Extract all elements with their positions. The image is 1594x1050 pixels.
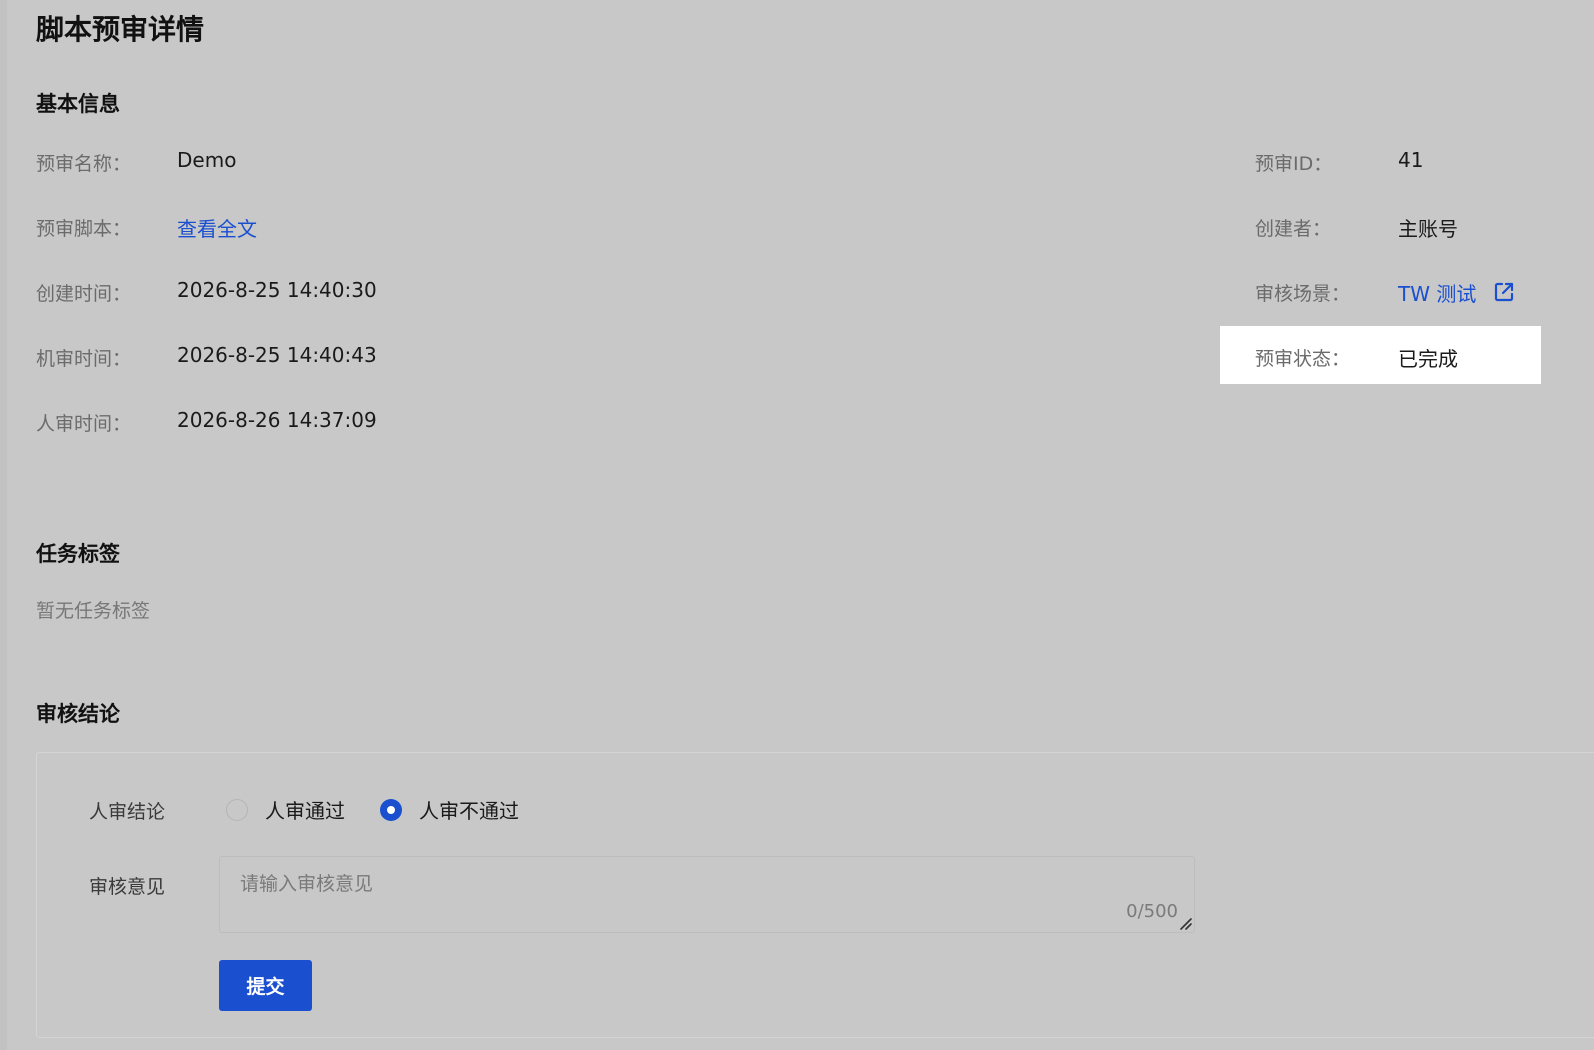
char-counter: 0/500 xyxy=(1126,901,1178,922)
machine-review-time-value: 2026-8-25 14:40:43 xyxy=(177,343,377,367)
page-title: 脚本预审详情 xyxy=(36,13,205,46)
opinion-label: 审核意见 xyxy=(89,876,166,898)
review-id-label: 预审ID： xyxy=(1255,153,1333,175)
review-script-label: 预审脚本： xyxy=(36,218,132,240)
review-name-label: 预审名称： xyxy=(36,153,132,175)
review-conclusion-title: 审核结论 xyxy=(36,702,120,726)
review-status-label: 预审状态： xyxy=(1255,348,1351,370)
create-time-label: 创建时间： xyxy=(36,283,132,305)
radio-reject-label[interactable]: 人审不通过 xyxy=(419,795,519,824)
review-scene-label: 审核场景： xyxy=(1255,283,1351,305)
review-status-value: 已完成 xyxy=(1398,347,1458,371)
manual-review-time-value: 2026-8-26 14:37:09 xyxy=(177,408,377,432)
radio-approve-label[interactable]: 人审通过 xyxy=(265,795,345,824)
conclusion-label: 人审结论 xyxy=(89,801,166,823)
radio-approve[interactable]: 人审通过 xyxy=(226,795,345,824)
opinion-textarea[interactable]: 请输入审核意见 0/500 xyxy=(219,856,1195,933)
view-full-text-link[interactable]: 查看全文 xyxy=(177,213,257,242)
review-id-value: 41 xyxy=(1398,148,1424,172)
create-time-value: 2026-8-25 14:40:30 xyxy=(177,278,377,302)
review-scene-link[interactable]: TW 测试 xyxy=(1398,278,1476,307)
creator-value: 主账号 xyxy=(1398,217,1458,241)
submit-button[interactable]: 提交 xyxy=(219,960,312,1011)
opinion-placeholder: 请输入审核意见 xyxy=(240,873,374,895)
radio-reject-circle[interactable] xyxy=(380,798,402,821)
resize-grip-icon[interactable] xyxy=(1178,916,1192,930)
radio-reject[interactable]: 人审不通过 xyxy=(380,795,519,824)
machine-review-time-label: 机审时间： xyxy=(36,348,132,370)
task-tags-title: 任务标签 xyxy=(36,542,120,566)
external-link-icon[interactable] xyxy=(1493,281,1515,303)
creator-label: 创建者： xyxy=(1255,218,1332,240)
left-edge xyxy=(0,0,7,1050)
basic-info-title: 基本信息 xyxy=(36,92,120,116)
review-name-value: Demo xyxy=(177,148,237,172)
radio-approve-circle[interactable] xyxy=(226,798,248,821)
task-tags-empty: 暂无任务标签 xyxy=(36,600,151,622)
manual-review-time-label: 人审时间： xyxy=(36,413,132,435)
